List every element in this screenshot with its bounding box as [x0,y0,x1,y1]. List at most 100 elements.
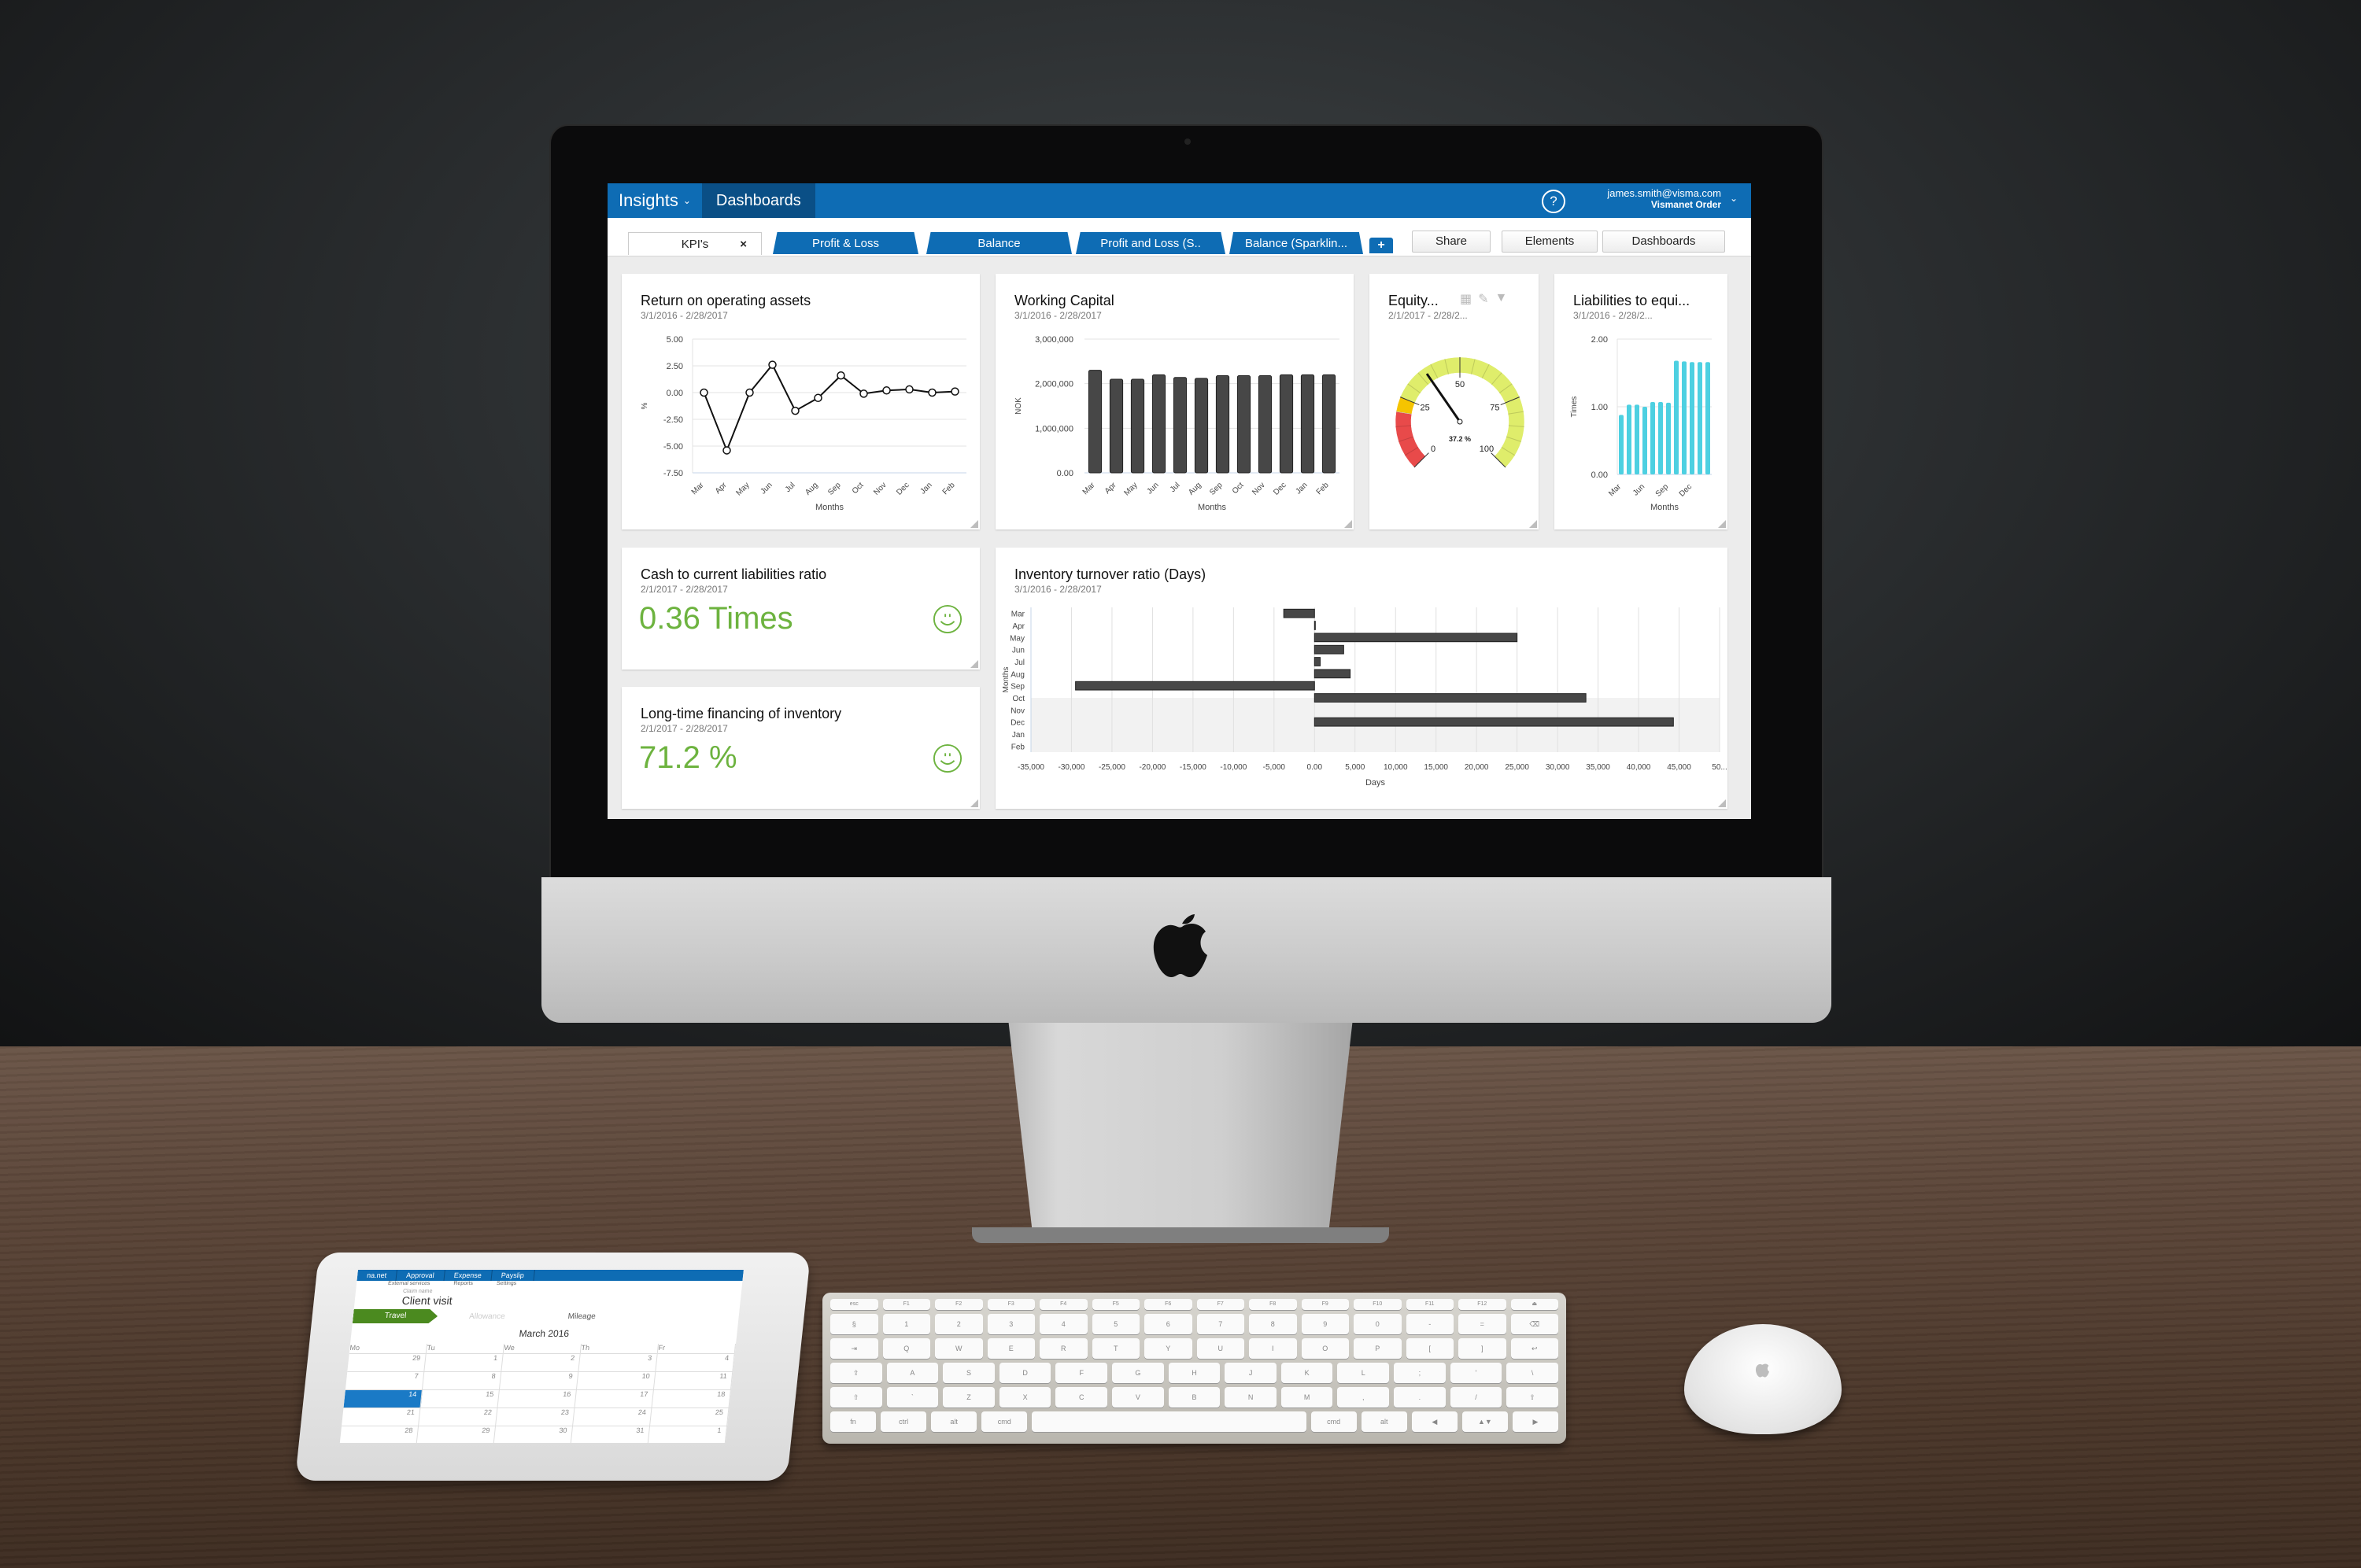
tab-balance[interactable]: Balance [926,232,1072,254]
step-mileage[interactable]: Mileage [536,1312,627,1321]
key[interactable]: = [1458,1314,1506,1334]
key[interactable]: Y [1144,1338,1192,1359]
calendar-day[interactable]: 11 [653,1372,733,1390]
calendar-day[interactable]: 17 [575,1390,654,1408]
key[interactable]: cmd [981,1411,1028,1432]
key[interactable]: 4 [1040,1314,1088,1334]
key[interactable]: alt [931,1411,977,1432]
key[interactable]: M [1280,1387,1333,1408]
card-long-time-financing[interactable]: Long-time financing of inventory 2/1/201… [622,687,980,809]
key[interactable]: I [1249,1338,1297,1359]
calendar-day[interactable]: 10 [576,1372,656,1390]
key[interactable]: V [1112,1387,1164,1408]
key[interactable]: T [1092,1338,1140,1359]
key[interactable]: F12 [1458,1299,1506,1310]
key[interactable]: F [1055,1363,1108,1383]
key[interactable]: ⏏ [1510,1299,1558,1310]
key[interactable]: R [1040,1338,1088,1359]
key[interactable]: B [1168,1387,1221,1408]
key[interactable]: 6 [1144,1314,1192,1334]
calendar-day[interactable]: 16 [497,1390,577,1408]
key[interactable]: H [1168,1363,1221,1383]
key[interactable]: / [1450,1387,1502,1408]
dashboards-button[interactable]: Dashboards [1602,231,1725,253]
key[interactable]: J [1225,1363,1277,1383]
key[interactable]: ⇥ [830,1338,878,1359]
calendar-day[interactable]: 31 [571,1426,651,1443]
ipad-subnav-item[interactable]: Settings [496,1281,517,1289]
key[interactable]: U [1196,1338,1244,1359]
key[interactable]: F5 [1092,1299,1140,1310]
ipad-nav-item[interactable]: Payslip [491,1270,535,1281]
user-menu[interactable]: james.smith@visma.com Vismanet Order [1580,188,1721,211]
key[interactable]: E [987,1338,1035,1359]
key[interactable]: F7 [1196,1299,1244,1310]
key[interactable]: \ [1506,1363,1558,1383]
calendar-day[interactable]: 1 [424,1354,504,1372]
key[interactable]: 9 [1301,1314,1349,1334]
key[interactable]: ▶ [1512,1411,1558,1432]
card-working-capital[interactable]: Working Capital 3/1/2016 - 2/28/2017 3,0… [996,274,1354,529]
key[interactable]: F3 [987,1299,1035,1310]
tab-kpis[interactable]: KPI's × [628,232,762,255]
key[interactable]: D [999,1363,1051,1383]
key[interactable]: F1 [882,1299,930,1310]
insights-menu[interactable]: Insights ⌄ [608,183,702,218]
key[interactable]: ▲▼ [1461,1411,1508,1432]
key[interactable]: ⇧ [830,1387,882,1408]
question-circle-icon[interactable]: ? [1542,190,1565,213]
card-liabilities-to-equity[interactable]: Liabilities to equi... 3/1/2016 - 2/28/2… [1554,274,1727,529]
calendar-day[interactable]: 1 [648,1426,728,1443]
calendar-day[interactable]: 2 [501,1354,581,1372]
add-tab-button[interactable]: + [1369,238,1393,253]
key[interactable]: esc [830,1299,878,1310]
key[interactable]: ctrl [881,1411,927,1432]
calendar-day[interactable]: 30 [493,1426,574,1443]
key[interactable]: F4 [1040,1299,1088,1310]
calendar-day[interactable]: 9 [499,1372,579,1390]
key[interactable]: G [1112,1363,1164,1383]
calendar-day[interactable]: 23 [496,1408,575,1426]
ipad-nav-item[interactable]: na.net [357,1270,397,1281]
key[interactable]: O [1301,1338,1349,1359]
calendar-day[interactable]: 24 [573,1408,652,1426]
calendar-day[interactable]: 25 [650,1408,730,1426]
key[interactable]: 8 [1249,1314,1297,1334]
key[interactable]: A [886,1363,939,1383]
key[interactable]: . [1394,1387,1446,1408]
key[interactable]: ` [886,1387,939,1408]
calendar-day[interactable]: 28 [339,1426,419,1443]
calendar-day[interactable]: 14 [343,1390,423,1408]
ipad-subnav-item[interactable]: Reports [453,1281,473,1289]
key[interactable]: W [935,1338,983,1359]
card-inventory-turnover[interactable]: Inventory turnover ratio (Days) 3/1/2016… [996,548,1727,809]
key[interactable]: 3 [987,1314,1035,1334]
key[interactable]: F11 [1406,1299,1454,1310]
key[interactable]: P [1354,1338,1402,1359]
key[interactable]: X [999,1387,1051,1408]
key[interactable]: , [1337,1387,1390,1408]
key[interactable]: ] [1458,1338,1506,1359]
calendar-day[interactable]: 4 [656,1354,735,1372]
key[interactable]: ◀ [1411,1411,1458,1432]
key[interactable]: F10 [1354,1299,1402,1310]
card-cash-to-liabilities[interactable]: Cash to current liabilities ratio 2/1/20… [622,548,980,670]
calendar-day[interactable]: 21 [342,1408,421,1426]
calendar-day[interactable]: 3 [578,1354,658,1372]
key[interactable]: [ [1406,1338,1454,1359]
key[interactable]: ⌫ [1510,1314,1558,1334]
key[interactable]: K [1280,1363,1333,1383]
claim-name[interactable]: Client visit [401,1294,741,1307]
calendar-day[interactable]: 15 [420,1390,500,1408]
key[interactable]: - [1406,1314,1454,1334]
key[interactable]: 0 [1354,1314,1402,1334]
key[interactable]: C [1055,1387,1108,1408]
ipad-nav-item[interactable]: Approval [396,1270,445,1281]
key[interactable]: alt [1361,1411,1407,1432]
close-icon[interactable]: × [740,238,747,251]
card-return-on-operating-assets[interactable]: Return on operating assets 3/1/2016 - 2/… [622,274,980,529]
tab-profit-loss[interactable]: Profit & Loss [773,232,918,254]
card-equity[interactable]: Equity... 2/1/2017 - 2/28/2... ▦ ✎ ▼ 0 25… [1369,274,1539,529]
key[interactable]: F8 [1249,1299,1297,1310]
key[interactable]: § [830,1314,878,1334]
